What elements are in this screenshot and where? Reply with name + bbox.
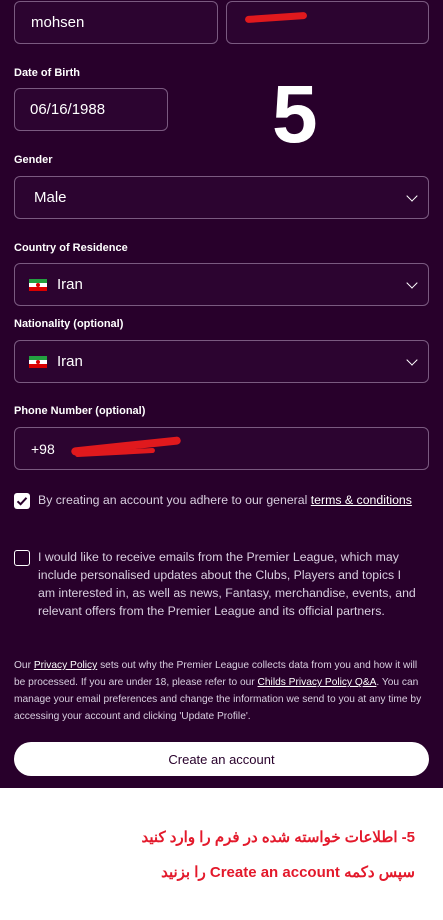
gender-label: Gender	[14, 154, 53, 166]
chevron-down-icon	[406, 353, 418, 366]
dob-value: 06/16/1988	[30, 101, 106, 118]
chevron-down-icon	[406, 276, 418, 289]
redaction-scribble	[244, 11, 308, 24]
checkmark-icon	[16, 497, 28, 506]
iran-flag-icon	[29, 278, 47, 291]
phone-label: Phone Number (optional)	[14, 405, 146, 417]
dob-label: Date of Birth	[14, 67, 80, 79]
nationality-select[interactable]: Iran	[14, 340, 429, 383]
terms-checkbox[interactable]	[14, 493, 30, 509]
gender-value: Male	[34, 189, 67, 206]
terms-link[interactable]: terms & conditions	[311, 493, 412, 507]
childs-privacy-link[interactable]: Childs Privacy Policy Q&A	[258, 677, 377, 688]
country-value: Iran	[57, 276, 83, 293]
privacy-policy-link[interactable]: Privacy Policy	[34, 660, 97, 671]
country-select[interactable]: Iran	[14, 263, 429, 306]
country-label: Country of Residence	[14, 242, 128, 254]
last-name-field[interactable]	[226, 1, 429, 44]
phone-field[interactable]: +98	[14, 427, 429, 470]
first-name-value: mohsen	[31, 14, 85, 31]
instruction-line-2: سپس دکمه Create an account را بزنید	[161, 864, 415, 881]
gender-select[interactable]: Male	[14, 176, 429, 219]
step-number: 5	[272, 69, 318, 160]
emails-checkbox[interactable]	[14, 550, 30, 566]
privacy-notice: Our Privacy Policy sets out why the Prem…	[14, 660, 422, 722]
registration-form-screen: mohsen Date of Birth 06/16/1988 5 Gender…	[0, 0, 443, 788]
dob-field[interactable]: 06/16/1988	[14, 88, 168, 131]
chevron-down-icon	[406, 189, 418, 202]
iran-flag-icon	[29, 355, 47, 368]
nationality-label: Nationality (optional)	[14, 318, 124, 330]
create-account-button[interactable]: Create an account	[14, 742, 429, 776]
terms-text: By creating an account you adhere to our…	[38, 493, 412, 507]
first-name-field[interactable]: mohsen	[14, 1, 218, 44]
nationality-value: Iran	[57, 353, 83, 370]
emails-text: I would like to receive emails from the …	[38, 550, 416, 618]
phone-prefix: +98	[31, 440, 55, 457]
instruction-line-1: 5- اطلاعات خواسته شده در فرم را وارد کنی…	[141, 829, 415, 846]
